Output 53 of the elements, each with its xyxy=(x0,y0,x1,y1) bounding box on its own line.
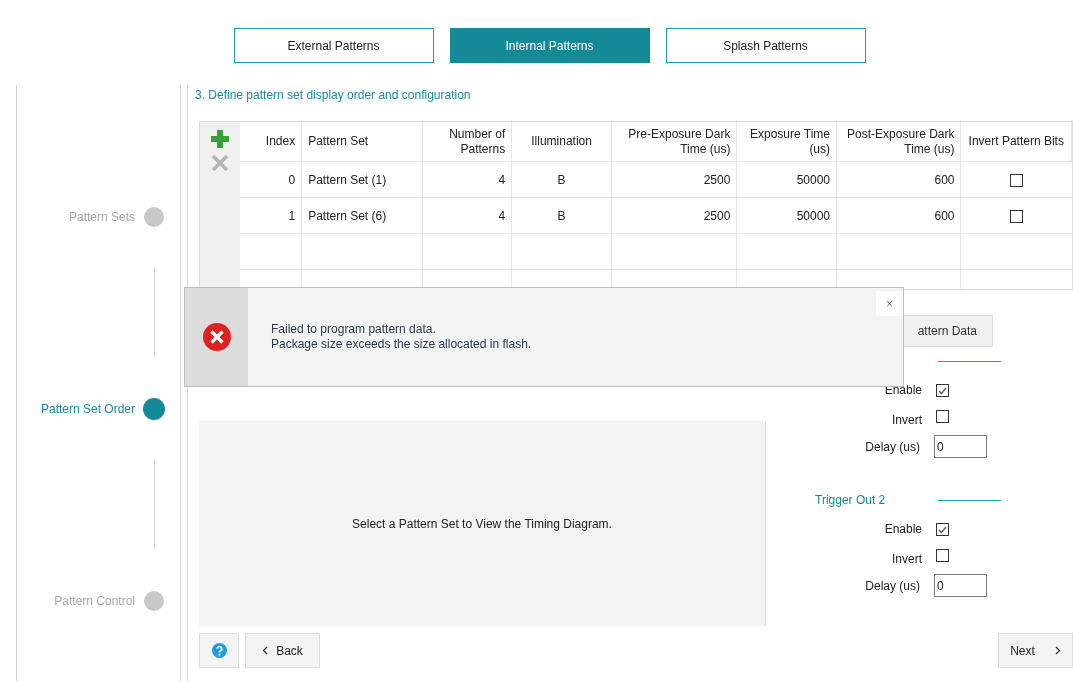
table-cell: 2500 xyxy=(611,197,737,234)
error-message: Failed to program pattern data. xyxy=(271,322,437,337)
delay-field[interactable]: 0 xyxy=(934,435,987,459)
checkbox[interactable] xyxy=(936,383,949,397)
section-heading: 3. Define pattern set display order and configuration xyxy=(195,88,471,102)
table-cell: 4 xyxy=(422,197,512,234)
group-title: Trigger Out 2 xyxy=(815,492,886,510)
close-button[interactable]: × xyxy=(876,291,903,316)
back-button[interactable]: Back xyxy=(245,633,320,669)
placeholder-message: Select a Pattern Set to View the Timing Diagram. xyxy=(352,515,612,533)
tab[interactable]: Splash Patterns xyxy=(665,28,866,63)
checkbox[interactable] xyxy=(1010,174,1023,188)
tab[interactable]: External Patterns xyxy=(233,28,434,63)
table-cell: 50000 xyxy=(736,197,837,234)
column-header: Invert Pattern Bits xyxy=(961,121,1072,162)
column-header: Post-Exposure Dark Time (us) xyxy=(836,121,961,162)
table-cell: 2500 xyxy=(611,161,737,198)
error-icon xyxy=(202,323,231,351)
tab[interactable]: Internal Patterns xyxy=(449,28,650,63)
column-header: Index xyxy=(239,121,302,162)
column-header: Pre-Exposure Dark Time (us) xyxy=(611,121,737,162)
help-icon xyxy=(211,643,227,659)
column-header: Pattern Set xyxy=(301,121,422,162)
column-header: Exposure Time (us) xyxy=(736,121,837,162)
field-label: Delay (us) xyxy=(864,438,921,456)
option-label: Enable xyxy=(883,521,923,539)
column-header: Illumination xyxy=(511,121,612,162)
chevron-right-icon xyxy=(1054,646,1061,656)
table-cell: 4 xyxy=(422,161,512,198)
option-label: Invert xyxy=(891,551,923,569)
table-cell: Pattern Set (1) xyxy=(301,161,422,198)
checkbox[interactable] xyxy=(936,522,949,536)
table-cell: 50000 xyxy=(736,161,837,198)
error-message: Package size exceeds the size allocated in flash. xyxy=(271,337,533,352)
table-cell: B xyxy=(511,161,612,198)
table-cell: 600 xyxy=(836,161,961,198)
checkbox[interactable] xyxy=(936,548,949,562)
column-header: Number of Patterns xyxy=(422,121,512,162)
table-cell: 0 xyxy=(239,161,302,198)
table-cell: 600 xyxy=(836,197,961,234)
checkbox[interactable] xyxy=(936,409,949,423)
add-icon[interactable] xyxy=(210,129,229,148)
table-cell: B xyxy=(511,197,612,234)
checkbox[interactable] xyxy=(1010,210,1023,224)
table-cell: 1 xyxy=(239,197,302,234)
option-label: Invert xyxy=(891,412,923,430)
next-button[interactable]: Next xyxy=(998,633,1073,669)
help-button[interactable] xyxy=(199,633,239,669)
field-label: Delay (us) xyxy=(864,577,921,595)
step-label[interactable]: Pattern Set Order xyxy=(40,400,135,418)
delay-field[interactable]: 0 xyxy=(934,574,987,598)
table-cell: Pattern Set (6) xyxy=(301,197,422,234)
chevron-left-icon xyxy=(262,646,269,656)
